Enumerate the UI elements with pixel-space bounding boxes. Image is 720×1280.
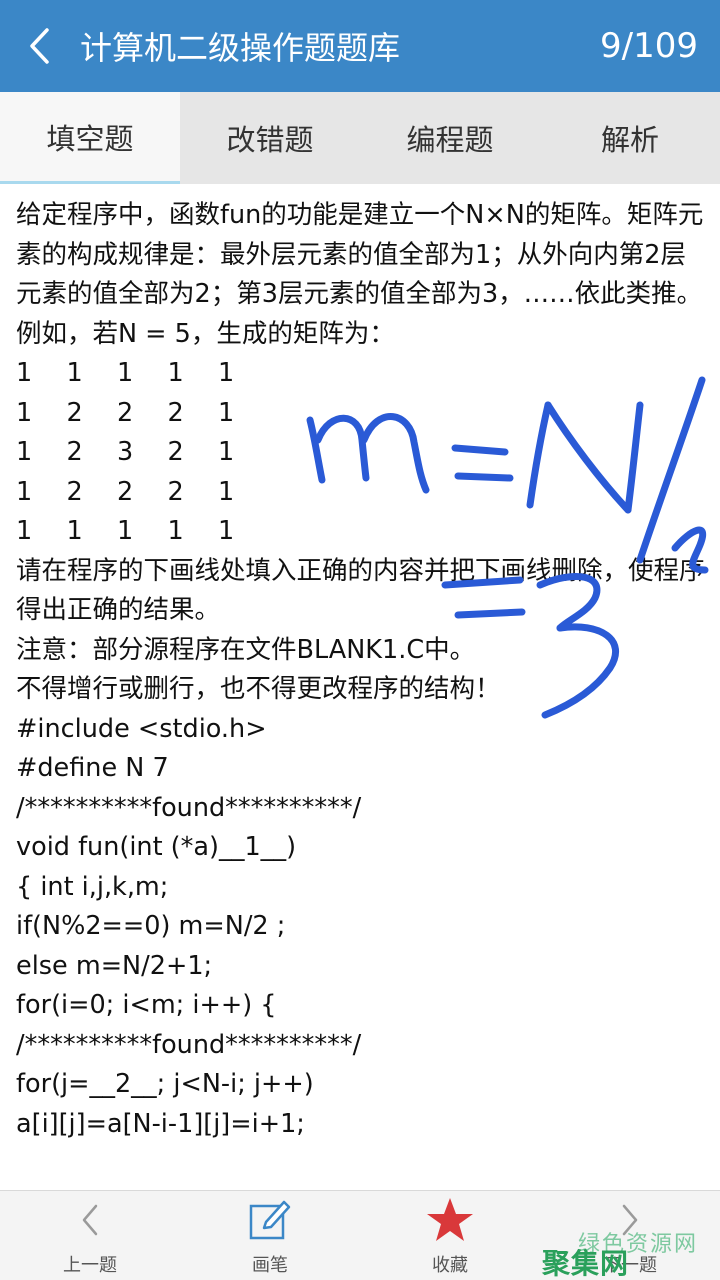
- nav-label: 画笔: [252, 1255, 288, 1276]
- bottom-nav: 上一题 画笔 收藏 下一题: [0, 1190, 720, 1280]
- matrix-cell: 1: [16, 437, 33, 467]
- question-rule: 不得增行或删行，也不得更改程序的结构！: [16, 674, 501, 704]
- example-matrix: 1 1 1 1 1 1 2 2 2 1 1 2 3 2 1 1 2 2 2 1 …: [16, 354, 706, 552]
- back-arrow-icon: [30, 28, 49, 64]
- question-intro: 给定程序中，函数fun的功能是建立一个N×N的矩阵。矩阵元素的构成规律是：最外层…: [16, 200, 704, 349]
- matrix-row: 1 2 2 2 1: [16, 394, 706, 434]
- matrix-cell: 2: [117, 476, 134, 507]
- code-line: { int i,j,k,m;: [16, 871, 169, 902]
- nav-label: 下一题: [603, 1255, 657, 1276]
- next-question-button[interactable]: 下一题: [540, 1191, 720, 1280]
- code-line: /**********found**********/: [16, 792, 362, 823]
- code-line: if(N%2==0) m=N/2 ;: [16, 911, 286, 941]
- matrix-cell: 2: [66, 437, 83, 467]
- chevron-right-icon: [619, 1191, 641, 1249]
- code-line: #include <stdio.h>: [16, 713, 267, 744]
- matrix-cell: 3: [117, 437, 134, 467]
- matrix-cell: 1: [167, 358, 184, 388]
- code-line: #define N 7: [16, 753, 169, 783]
- favorite-button[interactable]: 收藏: [360, 1191, 540, 1280]
- matrix-cell: 1: [16, 358, 33, 388]
- matrix-cell: 2: [167, 437, 184, 467]
- matrix-cell: 2: [167, 476, 184, 507]
- matrix-cell: 1: [218, 516, 235, 546]
- code-line: void fun(int (*a)__1__): [16, 832, 297, 862]
- matrix-cell: 2: [167, 397, 184, 428]
- matrix-cell: 1: [16, 397, 33, 428]
- matrix-cell: 1: [66, 358, 83, 388]
- matrix-cell: 1: [218, 437, 235, 467]
- matrix-cell: 2: [66, 397, 83, 428]
- code-line: for(i=0; i<m; i++) {: [16, 990, 277, 1020]
- question-content[interactable]: 给定程序中，函数fun的功能是建立一个N×N的矩阵。矩阵元素的构成规律是：最外层…: [0, 196, 720, 1190]
- matrix-row: 1 2 2 2 1: [16, 473, 706, 513]
- tab-bar: 填空题 改错题 编程题 解析: [0, 92, 720, 184]
- question-counter: 9/109: [600, 26, 698, 66]
- code-line: /**********found**********/: [16, 1029, 362, 1060]
- matrix-cell: 1: [16, 516, 33, 546]
- question-instruction: 请在程序的下画线处填入正确的内容并把下画线删除，使程序得出正确的结果。: [16, 555, 705, 626]
- tab-fix-error[interactable]: 改错题: [180, 92, 360, 184]
- matrix-row: 1 1 1 1 1: [16, 512, 706, 552]
- star-icon: [425, 1191, 475, 1249]
- code-line: for(j=__2__; j<N-i; j++): [16, 1069, 314, 1099]
- question-note: 注意：部分源程序在文件BLANK1.C中。: [16, 634, 476, 665]
- matrix-cell: 1: [218, 358, 235, 388]
- matrix-cell: 1: [167, 516, 184, 546]
- matrix-cell: 2: [117, 397, 134, 428]
- matrix-row: 1 2 3 2 1: [16, 433, 706, 473]
- pen-icon: [248, 1191, 292, 1249]
- tab-programming[interactable]: 编程题: [360, 92, 540, 184]
- matrix-cell: 2: [66, 476, 83, 507]
- app-root: 计算机二级操作题题库 9/109 填空题 改错题 编程题 解析 给定程序中，函数…: [0, 0, 720, 1280]
- title-bar: 计算机二级操作题题库 9/109: [0, 0, 720, 92]
- matrix-cell: 1: [66, 516, 83, 546]
- tab-analysis[interactable]: 解析: [540, 92, 720, 184]
- code-line: else m=N/2+1;: [16, 950, 213, 981]
- back-button[interactable]: [0, 0, 80, 92]
- nav-label: 收藏: [432, 1255, 468, 1276]
- tab-fill-blank[interactable]: 填空题: [0, 92, 180, 184]
- chevron-left-icon: [79, 1191, 101, 1249]
- matrix-cell: 1: [117, 358, 134, 388]
- code-line: a[i][j]=a[N-i-1][j]=i+1;: [16, 1108, 305, 1139]
- matrix-cell: 1: [218, 397, 235, 428]
- matrix-cell: 1: [218, 476, 235, 507]
- matrix-row: 1 1 1 1 1: [16, 354, 706, 394]
- pen-button[interactable]: 画笔: [180, 1191, 360, 1280]
- prev-question-button[interactable]: 上一题: [0, 1191, 180, 1280]
- matrix-cell: 1: [16, 476, 33, 507]
- page-title: 计算机二级操作题题库: [80, 29, 401, 67]
- nav-label: 上一题: [63, 1255, 117, 1276]
- code-listing: #include <stdio.h> #define N 7 /********…: [16, 710, 706, 1145]
- matrix-cell: 1: [117, 516, 134, 546]
